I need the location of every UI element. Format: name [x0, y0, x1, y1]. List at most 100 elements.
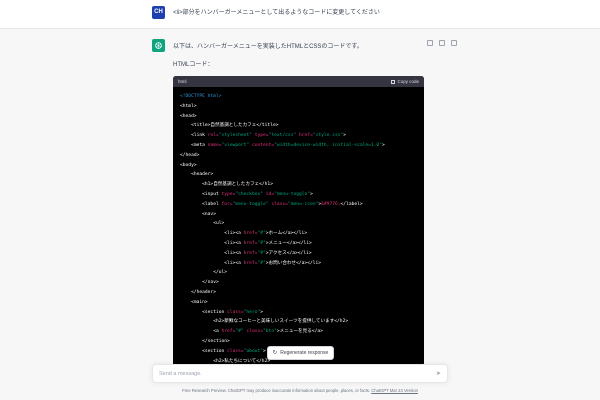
code-line: <h1>自然基調としたカフェ</h1>: [180, 180, 417, 190]
code-line: <title>自然基調としたカフェ</title>: [180, 121, 417, 131]
code-line: <li><a href="#">お問い合わせ</a></li>: [180, 259, 417, 269]
user-message-text: <li>部分をハンバーガーメニューとして出るようなコードに変更してください: [173, 10, 380, 16]
code-token: <ul>: [180, 221, 225, 227]
code-token: class=: [268, 201, 288, 207]
code-token: <header>: [180, 172, 214, 178]
assistant-message-row: 以下は、ハンバーガーメニューを実装したHTMLとCSSのコードです。 HTMLコ…: [0, 29, 600, 400]
code-line: <!DOCTYPE html>: [180, 92, 417, 102]
code-token: for=: [221, 201, 233, 207]
code-token: href=: [243, 240, 258, 246]
feedback-buttons: [427, 40, 457, 46]
regenerate-label: Regenerate response: [280, 350, 329, 356]
code-token: </section>: [180, 338, 230, 344]
code-token: "#": [257, 231, 266, 237]
code-line: </nav>: [180, 278, 417, 288]
code-token: "viewport": [221, 142, 250, 148]
thumbs-down-icon[interactable]: [451, 40, 457, 46]
code-line: <a href="#" class="btn">メニューを見る</a>: [180, 327, 417, 337]
code-token: </head>: [180, 152, 200, 158]
version-link[interactable]: ChatGPT Mar 23 Version: [371, 388, 418, 393]
code-token: </label>: [340, 201, 363, 207]
code-token: "width=device-width, initial-scale=1.0": [274, 142, 382, 148]
code-token: href=: [296, 133, 313, 139]
code-token: "stylesheet": [218, 133, 252, 139]
refresh-icon: ↻: [272, 350, 278, 356]
code-token: <h2>私たちについて</h2>: [180, 358, 271, 364]
code-token: <label: [180, 201, 222, 207]
code-token: "#": [257, 240, 266, 246]
code-token: <link: [180, 133, 208, 139]
code-token: href=: [243, 260, 258, 266]
copy-message-icon[interactable]: [427, 40, 433, 46]
code-token: <section: [180, 348, 228, 354]
code-token: >アクセス</a></li>: [265, 250, 312, 256]
code-line: </header>: [180, 288, 417, 298]
message-input[interactable]: [159, 369, 429, 379]
code-block-header: html Copy code: [173, 76, 424, 87]
code-token: <a: [180, 329, 222, 335]
code-token: href=: [243, 231, 258, 237]
code-token: id=: [263, 191, 275, 197]
footer-disclaimer: Free Research Preview. ChatGPT may produ…: [0, 388, 600, 393]
code-line: <li><a href="#">アクセス</a></li>: [180, 249, 417, 259]
code-line: <head>: [180, 112, 417, 122]
thumbs-up-icon[interactable]: [439, 40, 445, 46]
code-token: class=: [243, 329, 264, 335]
code-token: class=: [227, 348, 244, 354]
code-token: type=: [251, 133, 269, 139]
code-token: <html>: [180, 103, 197, 109]
code-token: <section: [180, 309, 228, 315]
code-token: <li><a: [180, 240, 244, 246]
code-line: <h2>新鮮なコーヒーと美味しいスイーツを提供しています</h2>: [180, 317, 417, 327]
code-token: </ul>: [180, 270, 228, 276]
copy-code-button[interactable]: Copy code: [391, 79, 419, 84]
code-token: <meta: [180, 142, 208, 148]
chatgpt-logo-icon: [152, 39, 165, 52]
code-line: <section class="hero">: [180, 308, 417, 318]
user-avatar: CH: [152, 6, 165, 19]
code-token: >: [343, 133, 347, 139]
code-token: type=: [221, 191, 236, 197]
code-line: </head>: [180, 151, 417, 161]
code-token: content=: [249, 142, 275, 148]
assistant-message-text: 以下は、ハンバーガーメニューを実装したHTMLとCSSのコードです。: [173, 44, 363, 50]
code-token: rel=: [207, 133, 219, 139]
code-token: "checkbox": [235, 191, 264, 197]
regenerate-response-button[interactable]: ↻ Regenerate response: [267, 346, 334, 360]
html-code-label: HTMLコード：: [173, 62, 214, 68]
code-line: <ul>: [180, 219, 417, 229]
code-token: <body>: [180, 162, 197, 168]
code-token: >: [310, 191, 313, 197]
send-icon[interactable]: ➤: [436, 370, 441, 377]
code-token: <h1>自然基調としたカフェ</h1>: [180, 182, 273, 188]
code-token: "text/css": [268, 133, 297, 139]
code-token: "#": [257, 250, 266, 256]
code-token: >メニュー</a></li>: [265, 240, 312, 246]
code-content: <!DOCTYPE html> <html> <head> <title>自然基調と…: [173, 87, 424, 366]
code-token: "hero": [243, 309, 261, 315]
code-token: >メニューを見る</a>: [276, 329, 323, 335]
message-input-container: ➤: [152, 364, 448, 383]
code-token: >: [260, 309, 264, 315]
code-line: <main>: [180, 298, 417, 308]
footer-text: Free Research Preview. ChatGPT may produ…: [182, 388, 372, 393]
code-token: <head>: [180, 113, 197, 119]
code-token: >ホーム</a></li>: [265, 231, 308, 237]
clipboard-icon: [391, 79, 396, 84]
code-line: <li><a href="#">メニュー</a></li>: [180, 239, 417, 249]
code-token: "#": [235, 329, 244, 335]
code-token: href=: [221, 329, 236, 335]
code-token: href=: [243, 250, 258, 256]
code-line: <body>: [180, 161, 417, 171]
code-token: <!DOCTYPE html>: [180, 94, 222, 99]
code-language-label: html: [178, 79, 187, 84]
code-line: <li><a href="#">ホーム</a></li>: [180, 229, 417, 239]
code-line: <link rel="stylesheet" type="text/css" h…: [180, 131, 417, 141]
code-token: "btn": [263, 329, 277, 335]
code-token: <input: [180, 191, 222, 197]
code-token: class=: [227, 309, 244, 315]
code-line: <input type="checkbox" id="menu-toggle">: [180, 190, 417, 200]
code-block: html Copy code <!DOCTYPE html> <html> <hea…: [173, 76, 424, 366]
code-line: <label for="menu-toggle" class="menu-ico…: [180, 200, 417, 210]
code-token: "about": [243, 348, 264, 354]
